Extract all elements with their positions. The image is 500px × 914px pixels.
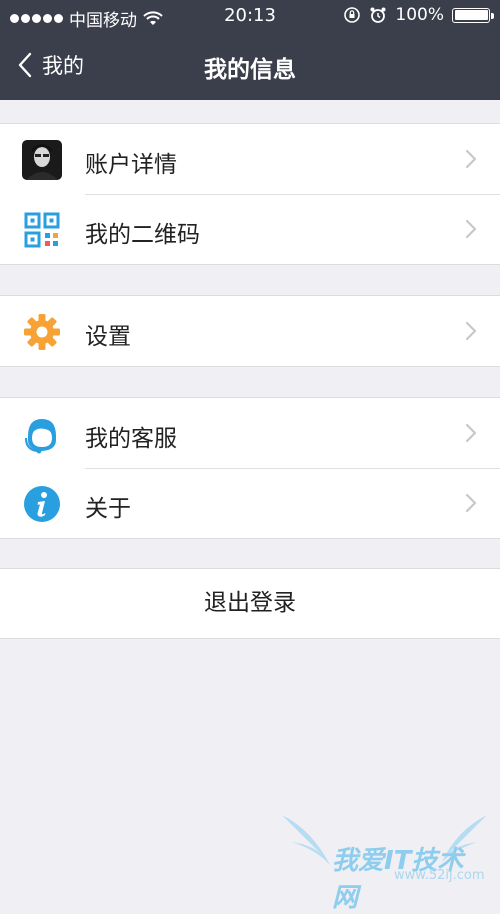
menu-item-about[interactable]: 关于: [0, 468, 500, 538]
chevron-right-icon: [465, 149, 477, 169]
status-bar: 中国移动 20:13 100%: [0, 0, 500, 32]
menu-item-customer-service[interactable]: 我的客服: [0, 398, 500, 468]
page-title: 我的信息: [204, 57, 296, 83]
battery-icon: [452, 7, 494, 23]
menu-item-settings[interactable]: 设置: [0, 296, 500, 366]
menu-item-label: 关于: [85, 496, 131, 522]
info-icon: [24, 486, 60, 522]
nav-bar: 我的 我的信息: [0, 32, 500, 100]
menu-group-settings: 设置: [0, 295, 500, 367]
chevron-right-icon: [465, 423, 477, 443]
chevron-right-icon: [465, 219, 477, 239]
menu-item-label: 设置: [85, 324, 131, 350]
menu-item-qr-code[interactable]: 我的二维码: [0, 194, 500, 264]
logout-button[interactable]: 退出登录: [0, 568, 500, 639]
avatar-icon: [22, 140, 62, 180]
menu-item-label: 我的客服: [85, 426, 177, 452]
chevron-right-icon: [465, 321, 477, 341]
menu-group-support: 我的客服 关于: [0, 397, 500, 539]
menu-item-label: 我的二维码: [85, 222, 200, 248]
menu-item-account-details[interactable]: 账户详情: [0, 124, 500, 194]
menu-group-account: 账户详情 我的二维码: [0, 123, 500, 265]
qr-code-icon: [24, 212, 60, 248]
orientation-lock-icon: [344, 7, 361, 23]
watermark-url: www.52ij.com: [394, 868, 485, 883]
battery-percent: 100%: [395, 5, 444, 25]
alarm-icon: [370, 7, 386, 23]
menu-item-label: 账户详情: [85, 152, 177, 178]
chevron-right-icon: [465, 493, 477, 513]
gear-icon: [24, 314, 60, 350]
customer-service-icon: [24, 419, 56, 454]
status-right: 100%: [343, 5, 494, 25]
watermark: 我爱IT技术网 www.52ij.com: [282, 810, 487, 913]
